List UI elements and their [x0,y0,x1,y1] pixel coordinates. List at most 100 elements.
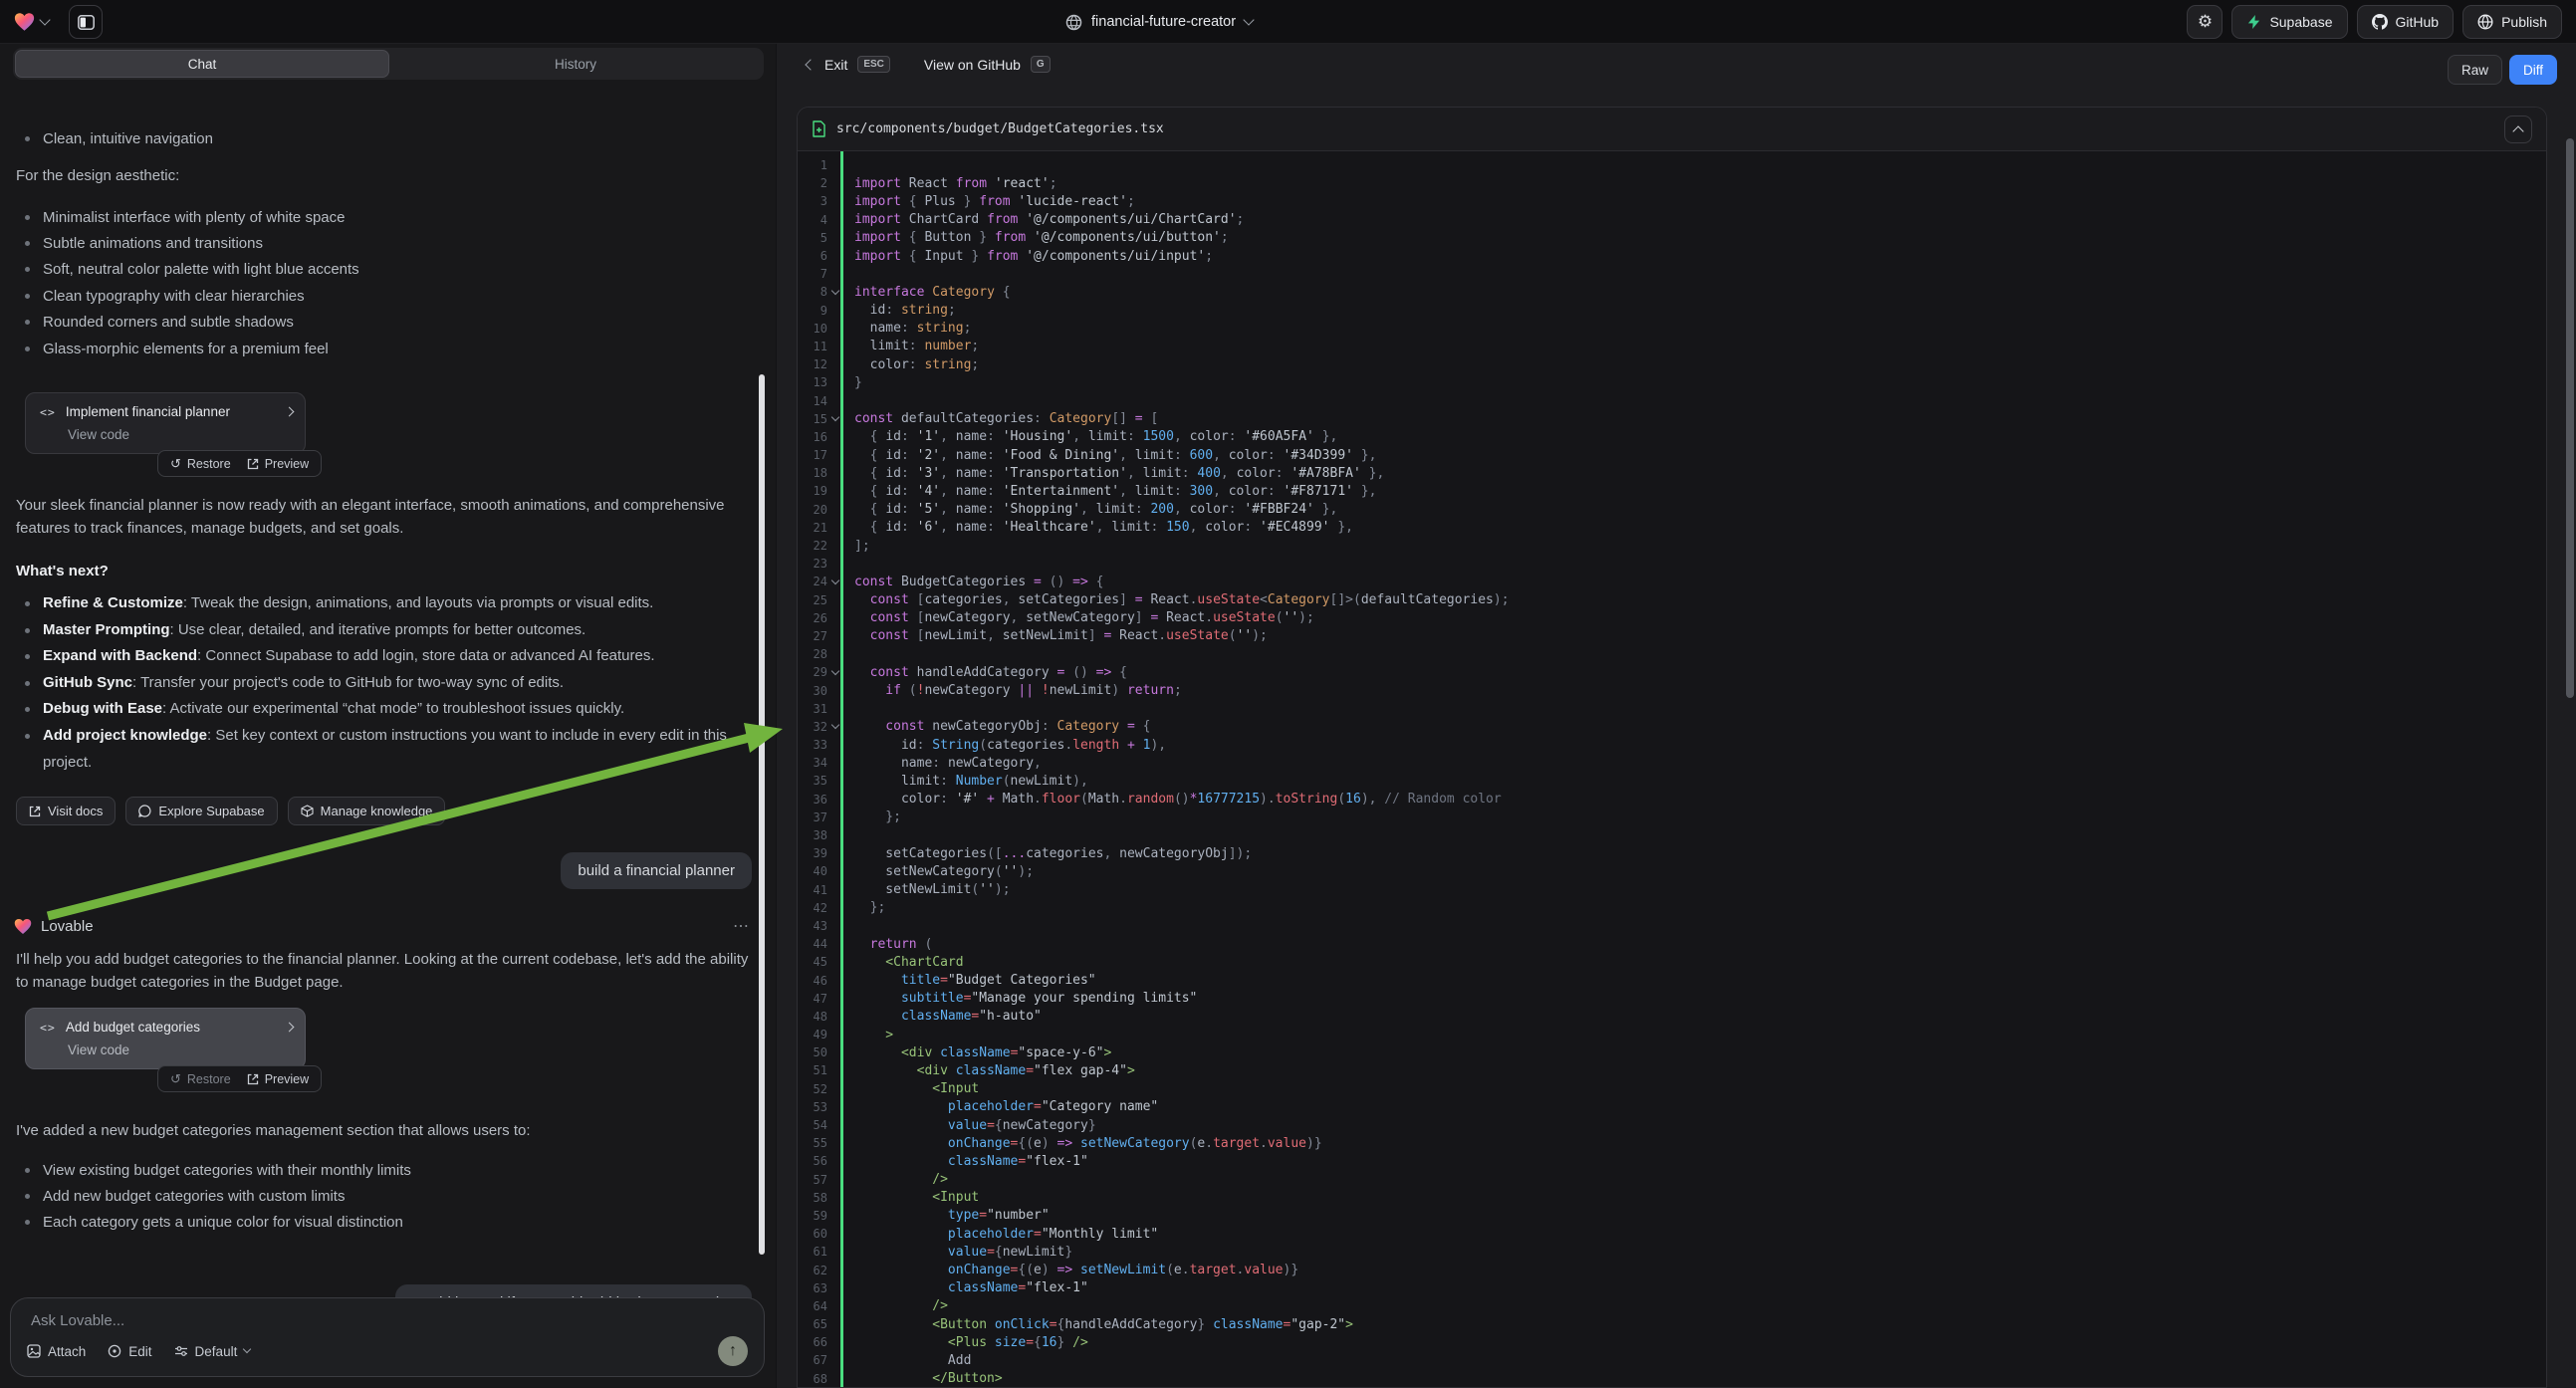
mode-selector[interactable]: Default [174,1344,251,1359]
ask-lovable-input[interactable] [31,1312,746,1329]
code-line: 37 }; [798,809,2546,826]
line-number: 39 [798,846,827,860]
code-panel: Exit ESC View on GitHub G Raw Diff src/c… [777,44,2576,1388]
code-line: 25 const [categories, setCategories] = R… [798,591,2546,609]
design-bullets-list: Minimalist interface with plenty of whit… [16,204,359,361]
send-arrow-icon: ↑ [729,1342,737,1360]
preview-button[interactable]: Preview [247,1072,309,1086]
code-line: 61 value={newLimit} [798,1243,2546,1261]
send-button[interactable]: ↑ [718,1336,748,1366]
line-number: 14 [798,394,827,408]
line-number: 23 [798,557,827,571]
file-header[interactable]: src/components/budget/BudgetCategories.t… [798,108,2546,151]
tab-chat[interactable]: Chat [15,50,389,78]
code-line: 56 className="flex-1" [798,1152,2546,1170]
settings-button[interactable]: ⚙ [2187,5,2223,39]
line-number: 22 [798,539,827,553]
code-scrollbar[interactable] [2566,138,2574,698]
explore-supabase-button[interactable]: Explore Supabase [125,797,277,825]
view-code-link[interactable]: View code [68,1042,293,1057]
bullet-dot-icon [25,734,30,739]
assistant-paragraph: Your sleek financial planner is now read… [16,494,757,540]
line-number: 59 [798,1209,827,1223]
chevron-left-icon [805,59,816,70]
code-line: 46 title="Budget Categories" [798,971,2546,989]
attach-button[interactable]: Attach [27,1344,86,1359]
line-number: 47 [798,992,827,1006]
manage-knowledge-button[interactable]: Manage knowledge [288,797,446,825]
visit-docs-button[interactable]: Visit docs [16,797,116,825]
line-number: 27 [798,629,827,643]
code-line: 10 name: string; [798,320,2546,338]
assistant-paragraph: I've added a new budget categories manag… [16,1119,761,1142]
github-icon [2372,14,2388,30]
line-number: 40 [798,864,827,878]
supabase-button[interactable]: Supabase [2231,5,2347,39]
code-line: 9 id: string; [798,302,2546,320]
project-switcher[interactable]: financial-future-creator [1065,0,1253,44]
chat-panel: Chat History Clean, intuitive navigation… [0,44,776,1388]
prompt-input-box: Attach Edit Default ↑ [10,1297,765,1377]
bullet-dot-icon [25,628,30,633]
publish-button[interactable]: Publish [2462,5,2562,39]
lovable-heart-icon [14,918,32,935]
list-item: Glass-morphic elements for a premium fee… [16,336,359,361]
line-number: 28 [798,647,827,661]
view-on-github-button[interactable]: View on GitHub [924,57,1021,73]
github-button[interactable]: GitHub [2357,5,2455,39]
edit-button[interactable]: Edit [108,1344,151,1359]
external-link-icon [247,1073,259,1085]
code-line: 57 /> [798,1171,2546,1189]
code-line: 36 color: '#' + Math.floor(Math.random()… [798,791,2546,809]
code-line: 64 /> [798,1297,2546,1315]
list-item: Expand with Backend: Connect Supabase to… [16,643,757,670]
line-number: 25 [798,593,827,607]
exit-button[interactable]: Exit [824,57,847,73]
lovable-logo-icon[interactable] [14,12,35,32]
chat-scrollbar[interactable] [759,374,765,1255]
whats-next-heading: What's next? [16,560,109,582]
assistant-header: Lovable ⋯ [14,916,751,936]
line-number: 7 [798,267,827,281]
code-line: 17 { id: '2', name: 'Food & Dining', lim… [798,446,2546,464]
gear-icon: ⚙ [2198,12,2213,32]
code-line: 48 className="h-auto" [798,1008,2546,1026]
line-number: 5 [798,231,827,245]
collapse-file-button[interactable] [2504,116,2532,143]
code-icon: <> [40,405,56,419]
line-number: 41 [798,883,827,897]
diff-file-card: src/components/budget/BudgetCategories.t… [797,107,2547,1388]
view-code-link[interactable]: View code [68,427,293,442]
list-item: Refine & Customize: Tweak the design, an… [16,590,757,617]
code-line: 3import { Plus } from 'lucide-react'; [798,192,2546,210]
line-number: 20 [798,503,827,517]
line-number: 51 [798,1063,827,1077]
chat-history-tabs: Chat History [13,48,764,80]
line-number: 35 [798,774,827,788]
code-viewer[interactable]: 12import React from 'react';3import { Pl… [798,151,2546,1387]
line-number: 29 [798,665,827,679]
code-line: 16 { id: '1', name: 'Housing', limit: 15… [798,428,2546,446]
restore-button[interactable]: ↺Restore [170,1071,231,1087]
sidebar-toggle-button[interactable] [69,5,103,39]
version-card-add-budget-categories[interactable]: <> Add budget categories View code [25,1008,306,1069]
design-aesthetic-heading: For the design aesthetic: [16,164,179,187]
code-line: 15const defaultCategories: Category[] = … [798,410,2546,428]
raw-toggle-button[interactable]: Raw [2448,55,2502,85]
version-card-implement-financial-planner[interactable]: <> Implement financial planner View code [25,392,306,454]
logo-chevron-down-icon[interactable] [39,14,50,25]
version-card-title: Add budget categories [66,1020,200,1035]
g-key-badge: G [1031,56,1051,73]
diff-toggle-button[interactable]: Diff [2509,55,2557,85]
restore-button[interactable]: ↺Restore [170,456,231,472]
line-number: 3 [798,194,827,208]
line-number: 68 [798,1372,827,1386]
tab-history[interactable]: History [389,50,762,78]
top-bar: financial-future-creator ⚙ Supabase GitH… [0,0,2576,44]
preview-button[interactable]: Preview [247,457,309,471]
message-options-icon[interactable]: ⋯ [733,916,751,936]
list-item: Clean, intuitive navigation [16,125,213,151]
line-number: 63 [798,1281,827,1295]
line-number: 60 [798,1227,827,1241]
line-number: 58 [798,1191,827,1205]
